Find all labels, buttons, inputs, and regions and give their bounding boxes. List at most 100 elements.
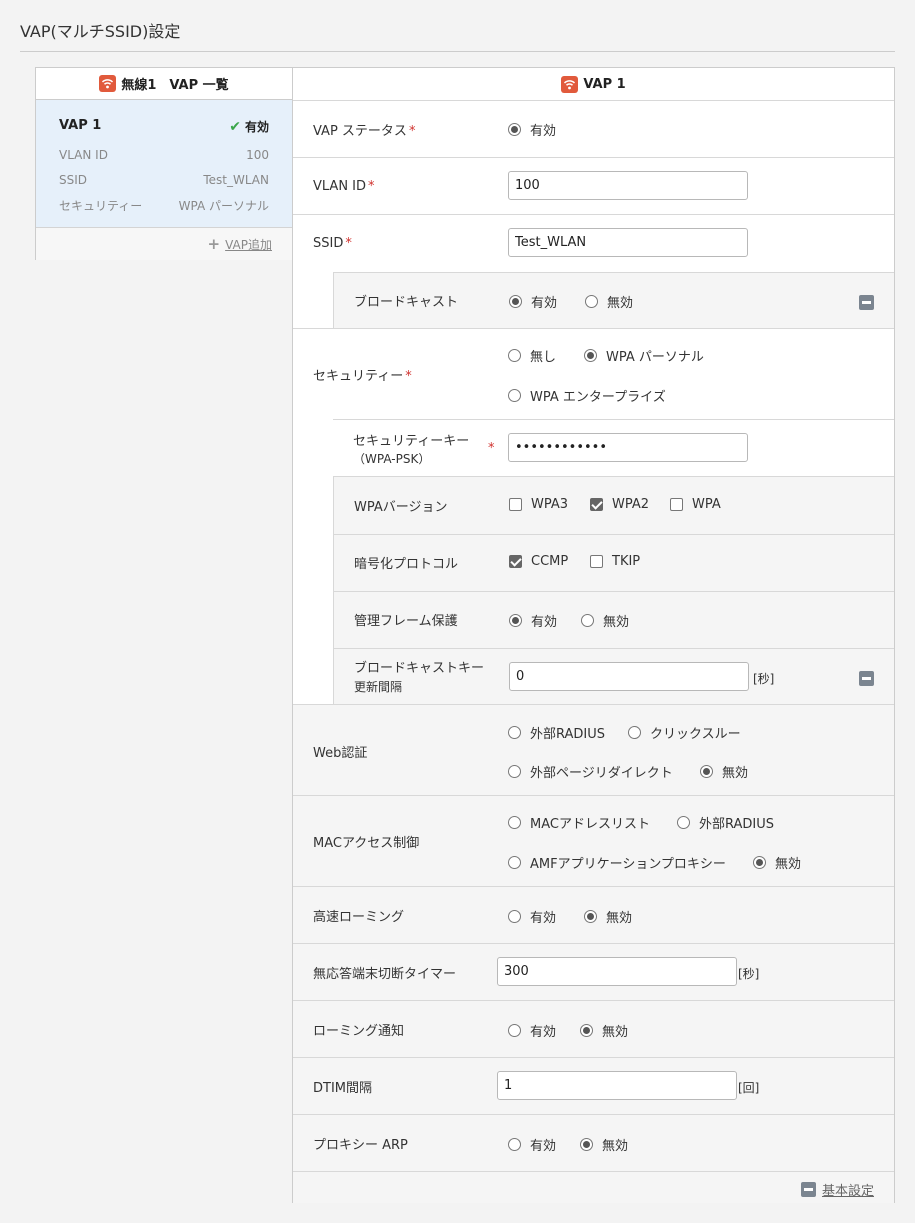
proxy-arp-label: プロキシー ARP — [313, 1138, 408, 1153]
mac-access-row: MACアクセス制御 MACアドレスリスト 外部RADIUS AMFアプリケーショ… — [293, 795, 894, 886]
web-auth-clickthrough-radio[interactable]: クリックスルー — [628, 723, 741, 742]
tkip-checkbox[interactable]: TKIP — [590, 554, 640, 569]
proxy-arp-disabled-radio[interactable]: 無効 — [580, 1135, 628, 1154]
fast-roaming-disabled-radio[interactable]: 無効 — [584, 907, 632, 926]
security-key-subrow: セキュリティーキー （WPA-PSK） * — [333, 419, 894, 476]
ssid-row: SSID* ブロードキャスト 有効 無効 — [293, 214, 894, 329]
vap-settings-header: VAP 1 — [293, 68, 894, 101]
wpa-checkbox[interactable]: WPA — [670, 497, 721, 512]
required-mark: * — [408, 124, 416, 139]
vap-status-row: VAP ステータス * 有効 — [293, 100, 894, 157]
no-response-timer-label: 無応答端末切断タイマー — [313, 967, 457, 982]
wifi-icon — [561, 75, 579, 93]
no-response-timer-input[interactable] — [497, 957, 737, 986]
proxy-arp-enabled-radio[interactable]: 有効 — [508, 1135, 556, 1154]
check-icon: ✔ — [229, 118, 241, 135]
web-auth-label: Web認証 — [313, 746, 368, 761]
web-auth-disabled-radio[interactable]: 無効 — [700, 762, 748, 781]
mgmt-frame-enabled-radio[interactable]: 有効 — [509, 611, 557, 630]
fast-roaming-enabled-radio[interactable]: 有効 — [508, 907, 556, 926]
security-label: セキュリティー — [313, 369, 404, 384]
web-auth-redirect-radio[interactable]: 外部ページリダイレクト — [508, 762, 673, 781]
bcast-key-sublabel: 更新間隔 — [354, 680, 403, 694]
vap-card-status: 有効 — [244, 120, 269, 134]
collapse-icon[interactable] — [859, 295, 874, 310]
vap-card[interactable]: VAP 1 ✔ 有効 VLAN ID 100 SSID Test_WLAN セキュ… — [36, 100, 292, 228]
vlan-id-input[interactable] — [508, 171, 748, 200]
mac-amf-proxy-radio[interactable]: AMFアプリケーションプロキシー — [508, 853, 726, 872]
vap-settings-title: VAP 1 — [583, 76, 626, 92]
ccmp-checkbox[interactable]: CCMP — [509, 554, 568, 569]
vap-card-security-value: WPA パーソナル — [178, 199, 269, 213]
mac-access-label: MACアクセス制御 — [313, 836, 420, 851]
mac-list-radio[interactable]: MACアドレスリスト — [508, 813, 650, 832]
encryption-label: 暗号化プロトコル — [354, 557, 459, 572]
no-response-timer-unit: [秒] — [738, 967, 760, 981]
security-wpa-enterprise-radio[interactable]: WPA エンタープライズ — [508, 386, 666, 405]
vap-card-vlan-value: 100 — [246, 148, 269, 162]
collapse-icon — [800, 1182, 816, 1197]
bcast-key-interval-input[interactable] — [509, 662, 749, 691]
vap-status-enabled-radio[interactable]: 有効 — [508, 120, 556, 139]
wpa-version-label: WPAバージョン — [354, 500, 448, 515]
add-vap-row: + VAP追加 — [36, 228, 292, 260]
roaming-notice-disabled-radio[interactable]: 無効 — [580, 1021, 628, 1040]
basic-settings-link[interactable]: 基本設定 — [800, 1180, 874, 1199]
dtim-label: DTIM間隔 — [313, 1081, 373, 1096]
bcast-key-label: ブロードキャストキー — [354, 661, 485, 676]
wifi-icon — [99, 75, 117, 92]
vlan-id-label: VLAN ID — [313, 179, 367, 194]
dtim-unit: [回] — [738, 1081, 760, 1095]
wpa3-checkbox[interactable]: WPA3 — [509, 497, 568, 512]
required-mark: * — [345, 236, 352, 251]
broadcast-enabled-radio[interactable]: 有効 — [509, 292, 557, 311]
mgmt-frame-label: 管理フレーム保護 — [354, 614, 458, 629]
vap-card-name: VAP 1 — [59, 118, 102, 133]
title-divider — [20, 51, 895, 52]
roaming-notice-enabled-radio[interactable]: 有効 — [508, 1021, 556, 1040]
collapse-icon[interactable] — [859, 671, 874, 686]
no-response-timer-row: 無応答端末切断タイマー [秒] — [293, 943, 894, 1000]
dtim-input[interactable] — [497, 1071, 737, 1100]
page-title: VAP(マルチSSID)設定 — [20, 22, 181, 41]
roaming-notice-label: ローミング通知 — [313, 1024, 405, 1039]
vlan-id-row: VLAN ID * — [293, 157, 894, 214]
required-mark: * — [368, 179, 375, 194]
required-mark: * — [405, 369, 412, 384]
plus-icon: + — [207, 235, 221, 253]
web-auth-radius-radio[interactable]: 外部RADIUS — [508, 723, 605, 742]
security-none-radio[interactable]: 無し — [508, 346, 556, 365]
roaming-notice-row: ローミング通知 有効 無効 — [293, 1000, 894, 1057]
security-row: セキュリティー * 無し WPA パーソナル WPA エンタープライズ セキュリテ… — [293, 328, 894, 705]
mac-radius-radio[interactable]: 外部RADIUS — [677, 813, 774, 832]
security-key-input[interactable] — [508, 433, 748, 462]
security-key-sublabel: （WPA-PSK） — [353, 452, 431, 466]
vap-status-label: VAP ステータス — [313, 124, 407, 139]
ssid-input[interactable] — [508, 228, 748, 257]
vap-list-title: 無線1 VAP 一覧 — [121, 78, 229, 93]
wpa2-checkbox[interactable]: WPA2 — [590, 497, 649, 512]
dtim-row: DTIM間隔 [回] — [293, 1057, 894, 1114]
security-detail-block: WPAバージョン WPA3 WPA2 WPA 暗号化プロトコル CCMP TKI… — [333, 476, 894, 705]
security-wpa-personal-radio[interactable]: WPA パーソナル — [584, 346, 704, 365]
vap-card-ssid-label: SSID — [59, 173, 88, 187]
fast-roaming-label: 高速ローミング — [313, 910, 405, 925]
ssid-label: SSID — [313, 236, 344, 251]
proxy-arp-row: プロキシー ARP 有効 無効 — [293, 1114, 894, 1171]
vap-list-header: 無線1 VAP 一覧 — [36, 68, 292, 100]
fast-roaming-row: 高速ローミング 有効 無効 — [293, 886, 894, 943]
footer-row: 基本設定 — [293, 1171, 894, 1203]
broadcast-subrow: ブロードキャスト 有効 無効 — [333, 272, 894, 329]
vap-list-panel: 無線1 VAP 一覧 VAP 1 ✔ 有効 VLAN ID 100 SSID Te… — [35, 67, 293, 260]
vap-card-vlan-label: VLAN ID — [59, 148, 108, 162]
mgmt-frame-disabled-radio[interactable]: 無効 — [581, 611, 629, 630]
vap-card-ssid-value: Test_WLAN — [203, 173, 269, 187]
mac-disabled-radio[interactable]: 無効 — [753, 853, 801, 872]
add-vap-link[interactable]: VAP追加 — [225, 236, 272, 253]
vap-card-security-label: セキュリティー — [59, 199, 143, 213]
security-key-label: セキュリティーキー — [353, 434, 470, 449]
broadcast-disabled-radio[interactable]: 無効 — [585, 292, 633, 311]
web-auth-row: Web認証 外部RADIUS クリックスルー 外部ページリダイレクト 無効 — [293, 704, 894, 795]
required-mark: * — [488, 441, 495, 456]
bcast-key-unit: [秒] — [753, 672, 775, 686]
